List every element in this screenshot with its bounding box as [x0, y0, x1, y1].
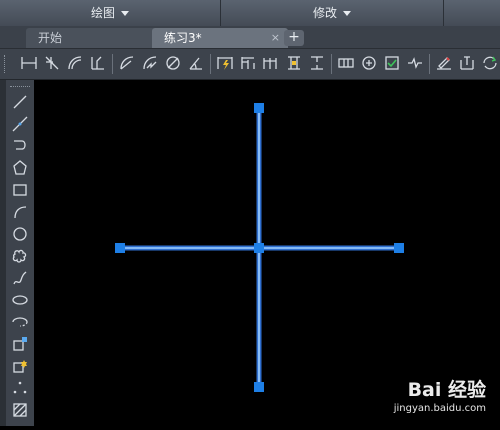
ordinate-dimension-icon[interactable] — [89, 54, 107, 72]
toolbar-separator — [429, 54, 430, 74]
ellipse-icon[interactable] — [11, 291, 29, 309]
toolbar-separator — [331, 54, 332, 74]
tab-drawing-label: 练习3* — [164, 31, 202, 45]
diameter-dimension-icon[interactable] — [164, 54, 182, 72]
grip-top[interactable] — [254, 103, 264, 113]
draw-toolbar — [6, 80, 34, 426]
make-block-icon[interactable] — [11, 357, 29, 375]
polyline-icon[interactable] — [11, 137, 29, 155]
draw-panel-label: 绘图 — [90, 6, 115, 20]
grip-right[interactable] — [394, 243, 404, 253]
center-mark-icon[interactable] — [360, 54, 378, 72]
ribbon-panel-bar: 绘图 修改 — [0, 0, 500, 27]
jogged-radius-icon[interactable] — [141, 54, 159, 72]
point-icon[interactable] — [11, 379, 29, 397]
baidu-jingyan-watermark: Bai 经验 jingyan.baidu.com — [394, 375, 486, 414]
tab-start-label: 开始 — [38, 31, 63, 45]
spline-icon[interactable] — [11, 269, 29, 287]
revision-cloud-icon[interactable] — [11, 247, 29, 265]
ellipse-arc-icon[interactable] — [11, 313, 29, 331]
angular-dimension-icon[interactable] — [187, 54, 205, 72]
circle-icon[interactable] — [11, 225, 29, 243]
tolerance-icon[interactable] — [337, 54, 355, 72]
hatch-icon[interactable] — [11, 401, 29, 419]
polygon-icon[interactable] — [11, 159, 29, 177]
dimension-update-icon[interactable] — [481, 54, 499, 72]
linear-dimension-icon[interactable] — [20, 54, 38, 72]
modify-panel-title[interactable]: 修改 — [221, 0, 443, 26]
watermark-url: jingyan.baidu.com — [393, 403, 486, 414]
aligned-dimension-icon[interactable] — [43, 54, 61, 72]
radius-dimension-icon[interactable] — [118, 54, 136, 72]
dimension-break-icon[interactable] — [308, 54, 326, 72]
dimension-edit-icon[interactable] — [435, 54, 453, 72]
dimension-toolbar — [0, 49, 500, 80]
grip-left[interactable] — [115, 243, 125, 253]
dimension-text-edit-icon[interactable] — [458, 54, 476, 72]
panel-divider — [443, 0, 444, 26]
toolbar-grip[interactable] — [10, 86, 30, 91]
rectangle-icon[interactable] — [11, 181, 29, 199]
arc-icon[interactable] — [11, 203, 29, 221]
insert-block-icon[interactable] — [11, 335, 29, 353]
arc-length-icon[interactable] — [66, 54, 84, 72]
tab-start[interactable]: 开始 — [26, 28, 156, 48]
dimension-space-icon[interactable] — [285, 54, 303, 72]
grip-center[interactable] — [254, 243, 264, 253]
inspection-icon[interactable] — [383, 54, 401, 72]
continue-dimension-icon[interactable] — [262, 54, 280, 72]
quick-dimension-icon[interactable] — [216, 54, 234, 72]
chevron-down-icon — [343, 11, 351, 16]
construction-line-icon[interactable] — [11, 115, 29, 133]
new-tab-button[interactable]: + — [284, 30, 304, 46]
drawing-canvas[interactable]: Bai 经验 jingyan.baidu.com — [36, 80, 500, 426]
tab-drawing[interactable]: 练习3* × — [152, 28, 288, 48]
grip-bottom[interactable] — [254, 382, 264, 392]
watermark-brand: Bai 经验 — [407, 379, 486, 401]
draw-panel-title[interactable]: 绘图 — [0, 0, 220, 26]
toolbar-separator — [210, 54, 211, 74]
line-icon[interactable] — [11, 93, 29, 111]
toolbar-separator — [112, 54, 113, 74]
modify-panel-label: 修改 — [312, 6, 337, 20]
baseline-dimension-icon[interactable] — [239, 54, 257, 72]
file-tab-bar: 开始 练习3* × + — [0, 26, 500, 49]
close-icon[interactable]: × — [271, 28, 280, 48]
jogged-linear-icon[interactable] — [406, 54, 424, 72]
toolbar-grip[interactable] — [4, 55, 9, 73]
chevron-down-icon — [121, 11, 129, 16]
